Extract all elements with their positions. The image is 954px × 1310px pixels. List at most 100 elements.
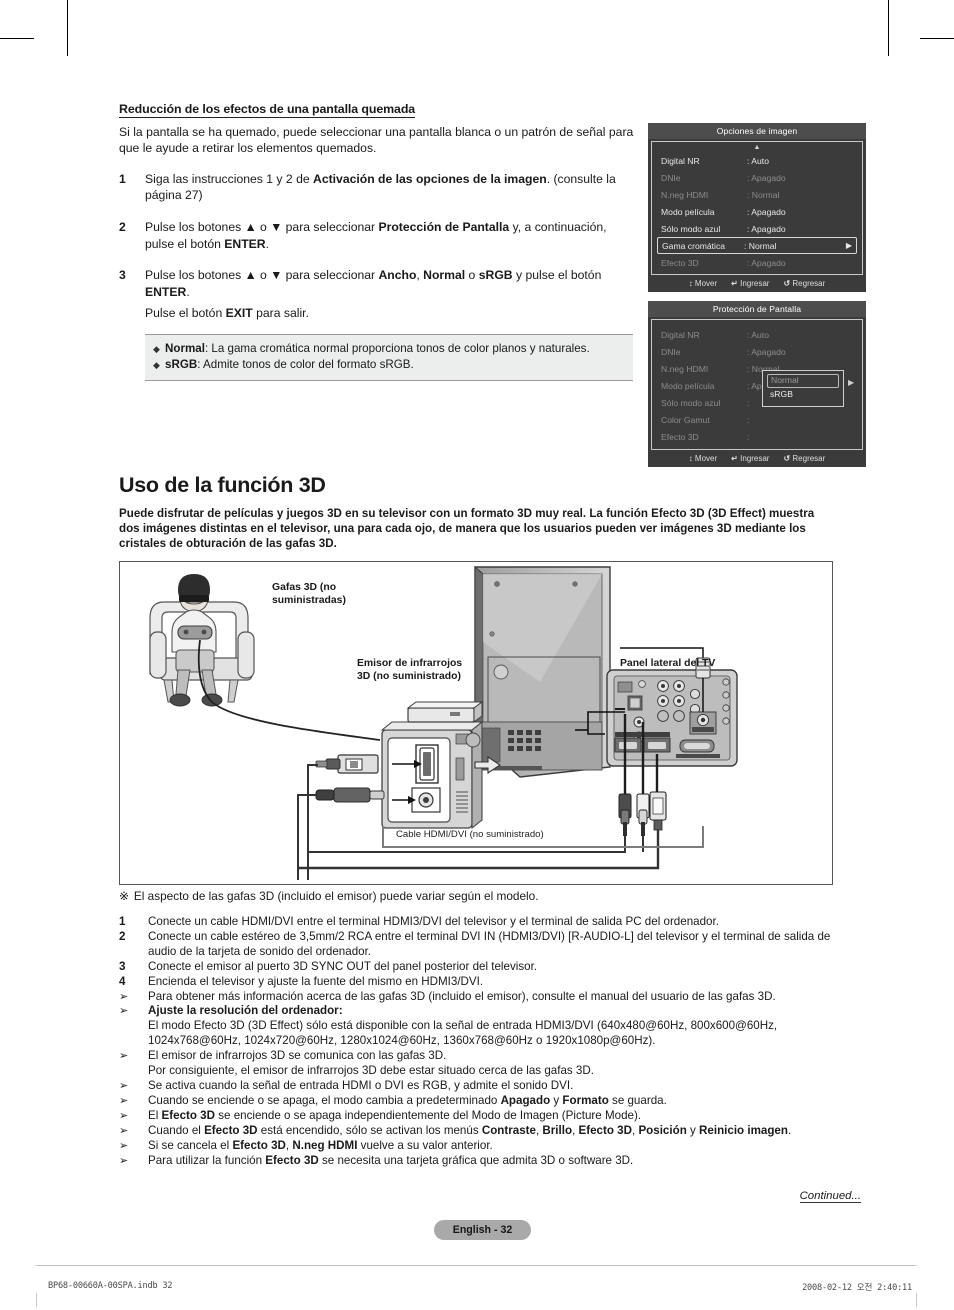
hint-enter: ↵ Ingresar xyxy=(731,279,769,288)
osd-row-value: : Apagado xyxy=(747,257,786,268)
reference-mark-icon: ※ xyxy=(119,889,129,903)
hint-move: ↕ Mover xyxy=(689,279,717,288)
note-text: sRGB: Admite tonos de color del formato … xyxy=(165,357,414,371)
scroll-up-arrow-icon[interactable]: ▲ xyxy=(652,144,862,152)
page-title: Uso de la función 3D xyxy=(119,473,326,497)
list-item: ➢ Cuando se enciende o se apaga, el modo … xyxy=(119,1094,859,1109)
step-text: Pulse los botones ▲ o ▼ para seleccionar… xyxy=(145,220,607,251)
list-text: El Efecto 3D se enciende o se apaga inde… xyxy=(148,1108,642,1122)
osd-row-label: Sólo modo azul xyxy=(661,397,721,408)
list-text: Encienda el televisor y ajuste la fuente… xyxy=(148,974,484,988)
osd-row-label: DNIe xyxy=(661,346,681,357)
list-text: Conecte un cable estéreo de 3,5mm/2 RCA … xyxy=(148,929,831,958)
list-item: ➢ Ajuste la resolución del ordenador: El m… xyxy=(119,1004,859,1049)
figure-note: ※ El aspecto de las gafas 3D (incluido el… xyxy=(119,889,538,903)
feature-lead-text: Puede disfrutar de películas y juegos 3D… xyxy=(119,507,815,551)
footer-tick-right xyxy=(916,1293,917,1307)
list-item: 4 Encienda el televisor y ajuste la fuent… xyxy=(119,975,859,990)
arrow-bullet-icon: ➢ xyxy=(119,1050,129,1063)
osd-row-value: : Apagado xyxy=(747,346,786,357)
hint-label: Mover xyxy=(694,279,718,288)
osd-row-label: Modo película xyxy=(661,380,715,391)
osd-row-label: N.neg HDMI xyxy=(661,363,709,374)
list-item: ➢ Se activa cuando la señal de entrada HD… xyxy=(119,1079,859,1094)
osd-row-value: : Normal xyxy=(744,240,777,251)
list-item: ➢ Para utilizar la función Efecto 3D se n… xyxy=(119,1154,859,1169)
osd-row-label: Gama cromática xyxy=(662,240,726,251)
osd-row-digital-nr: Digital NR : Auto xyxy=(652,326,862,343)
figure-label-cable: Cable HDMI/DVI (no suministrado) xyxy=(396,829,544,840)
return-arrow-icon: ↺ xyxy=(783,454,791,463)
dvi-connector-illustration xyxy=(315,754,379,774)
hint-enter: ↵ Ingresar xyxy=(731,454,769,463)
footer-file-name: BP68-00660A-00SPA.indb 32 xyxy=(48,1281,173,1291)
section-intro: Si la pantalla se ha quemado, puede sele… xyxy=(119,125,634,156)
list-text: Conecte el emisor al puerto 3D SYNC OUT … xyxy=(148,959,538,973)
figure-label-glasses: Gafas 3D (no suministradas) xyxy=(272,582,346,606)
figure-label-cable-box: Cable HDMI/DVI (no suministrado) xyxy=(382,826,704,848)
osd-row-color-gamut-selected[interactable]: Gama cromática : Normal ▶ xyxy=(657,237,857,254)
arrow-bullet-icon: ➢ xyxy=(119,1124,129,1137)
list-text: Si se cancela el Efecto 3D, N.neg HDMI v… xyxy=(148,1138,493,1152)
hint-label: Ingresar xyxy=(740,454,770,463)
page-badge: English - 32 xyxy=(434,1220,531,1240)
note-line: ◆ Normal: La gama cromática normal propo… xyxy=(153,341,623,357)
osd-row-label: Digital NR xyxy=(661,329,700,340)
arrow-bullet-icon: ➢ xyxy=(119,1079,129,1092)
osd-footer-hints: ↕ Mover ↵ Ingresar ↺ Regresar xyxy=(648,275,866,292)
list-text: Cuando se enciende o se apaga, el modo c… xyxy=(148,1093,667,1107)
list-text: Para utilizar la función Efecto 3D se ne… xyxy=(148,1153,634,1167)
osd-row-value: : xyxy=(747,414,750,425)
osd-row-dnie: DNIe : Apagado xyxy=(652,169,862,186)
osd-screen-protection: Protección de Pantalla Digital NR : Auto… xyxy=(648,301,866,467)
enter-key-icon: ↵ xyxy=(731,454,738,463)
list-item: ➢ El emisor de infrarrojos 3D se comunica… xyxy=(119,1049,859,1079)
osd-row-digital-nr[interactable]: Digital NR : Auto xyxy=(652,152,862,169)
osd-row-blue-only-mode[interactable]: Sólo modo azul : Apagado xyxy=(652,220,862,237)
return-arrow-icon: ↺ xyxy=(783,279,791,288)
section-heading: Reducción de los efectos de una pantalla… xyxy=(119,102,416,118)
connection-diagram: Gafas 3D (no suministradas) Emisor de in… xyxy=(119,561,833,885)
updown-arrow-icon: ↕ xyxy=(688,454,693,463)
footer-tick-left xyxy=(36,1293,37,1307)
list-item: ➢ Cuando el Efecto 3D está encendido, sól… xyxy=(119,1124,859,1139)
osd-title: Opciones de imagen xyxy=(648,123,866,139)
steps-list: 1 Siga las instrucciones 1 y 2 de Activa… xyxy=(119,171,634,322)
list-marker: 3 xyxy=(119,959,126,973)
arrow-bullet-icon: ➢ xyxy=(119,1109,129,1122)
osd-row-hdmi-black-level: N.neg HDMI : Normal xyxy=(652,186,862,203)
hint-label: Mover xyxy=(694,454,718,463)
figure-note-text: El aspecto de las gafas 3D (incluido el … xyxy=(133,889,539,903)
list-text: Ajuste la resolución del ordenador: El mo… xyxy=(148,1004,778,1048)
list-text: Cuando el Efecto 3D está encendido, sólo… xyxy=(148,1123,792,1137)
osd-row-value: : xyxy=(747,431,750,442)
chevron-right-icon: ▶ xyxy=(848,378,855,387)
step-item: 1 Siga las instrucciones 1 y 2 de Activa… xyxy=(119,171,634,204)
arrow-bullet-icon: ➢ xyxy=(119,1005,129,1018)
continued-label: Continued... xyxy=(799,1190,861,1203)
list-marker: 2 xyxy=(119,929,126,943)
list-item: 2 Conecte un cable estéreo de 3,5mm/2 RCA… xyxy=(119,930,859,960)
osd-row-dnie: DNIe : Apagado xyxy=(652,343,862,360)
note-text: Normal: La gama cromática normal proporc… xyxy=(165,341,590,355)
osd-row-label: Modo película xyxy=(661,206,715,217)
audio-connector-illustration xyxy=(315,787,385,803)
chevron-right-icon[interactable]: ▶ xyxy=(846,241,852,250)
figure-label-emitter: Emisor de infrarrojos 3D (no suministrad… xyxy=(357,658,463,682)
osd-row-value: : Auto xyxy=(747,155,769,166)
list-item: ➢ Si se cancela el Efecto 3D, N.neg HDMI … xyxy=(119,1139,859,1154)
osd-title: Protección de Pantalla xyxy=(648,301,866,317)
color-gamut-dropdown[interactable]: Normal sRGB xyxy=(762,370,844,407)
list-marker: 4 xyxy=(119,974,126,988)
osd-row-film-mode[interactable]: Modo película : Apagado xyxy=(652,203,862,220)
diamond-bullet-icon: ◆ xyxy=(153,359,160,370)
hint-label: Regresar xyxy=(792,454,826,463)
dropdown-option-normal[interactable]: Normal xyxy=(767,374,839,388)
tv-side-panel-illustration xyxy=(606,669,738,767)
gamut-note-box: ◆ Normal: La gama cromática normal propo… xyxy=(145,333,633,381)
osd-row-label: Sólo modo azul xyxy=(661,223,721,234)
hint-return: ↺ Regresar xyxy=(783,279,825,288)
list-item: ➢ Para obtener más información acerca de … xyxy=(119,990,859,1005)
dropdown-option-srgb[interactable]: sRGB xyxy=(767,388,839,401)
updown-arrow-icon: ↕ xyxy=(688,279,693,288)
